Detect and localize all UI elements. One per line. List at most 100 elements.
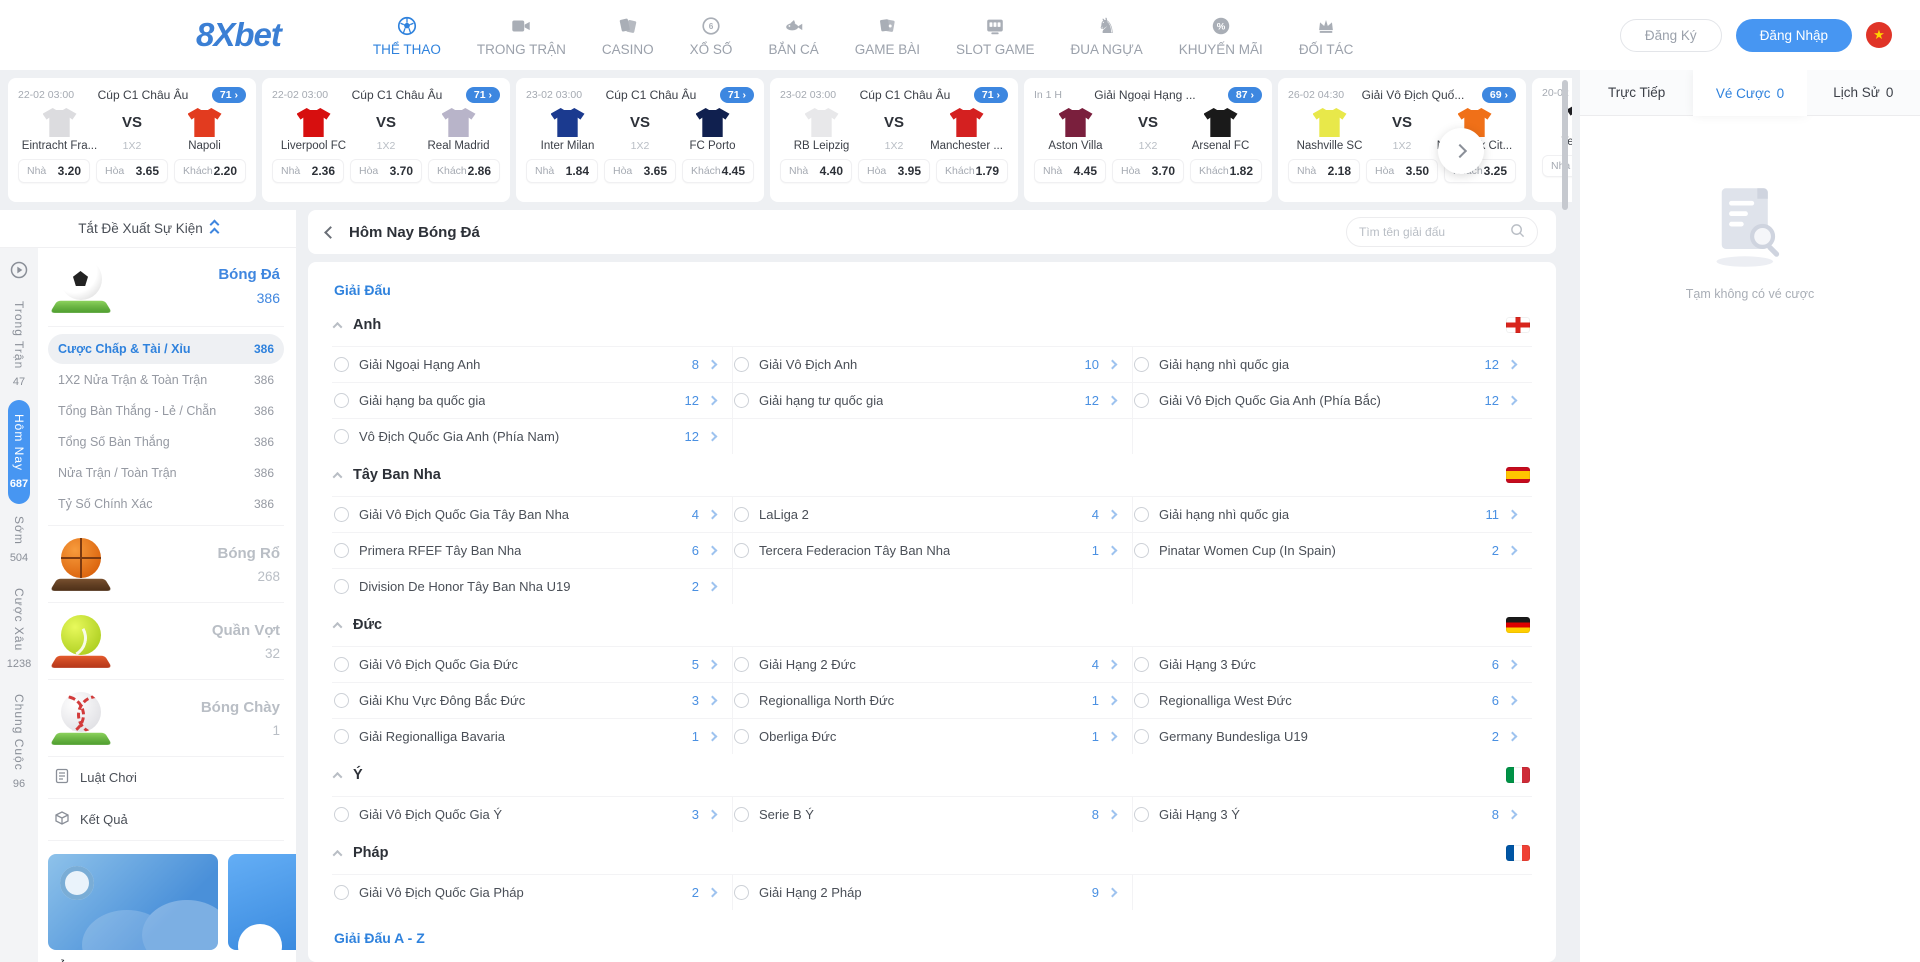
country-section-header-italy[interactable]: Ý (332, 754, 1532, 796)
nav-ban-ca[interactable]: BẮN CÁ (768, 13, 818, 57)
nav-xo-so[interactable]: 6 XỔ SỐ (690, 13, 733, 57)
nav-casino[interactable]: CASINO (602, 13, 654, 57)
odds-draw[interactable]: Hòa3.95 (858, 159, 930, 183)
odds-away[interactable]: Khách1.82 (1190, 159, 1262, 183)
odds-home[interactable]: Nhà4.45 (1034, 159, 1106, 183)
rail-tab[interactable]: Cược Xâu 1238 (5, 576, 33, 682)
tab-truc-tiep[interactable]: Trực Tiếp (1580, 70, 1693, 116)
league-item[interactable]: Giải hạng nhì quốc gia 11 (1132, 496, 1532, 532)
league-item[interactable]: Primera RFEF Tây Ban Nha 6 (332, 532, 732, 568)
odds-away[interactable]: Khách2.86 (428, 159, 500, 183)
league-radio[interactable] (734, 357, 749, 372)
odds-draw[interactable]: Hòa3.70 (350, 159, 422, 183)
bet-type-item[interactable]: Tỷ Số Chính Xác 386 (48, 489, 284, 519)
league-item[interactable]: LaLiga 2 4 (732, 496, 1132, 532)
tab-ve-cuoc[interactable]: Vé Cược 0 (1693, 70, 1806, 116)
country-section-header-france[interactable]: Pháp (332, 832, 1532, 874)
odds-away[interactable]: Khách4.45 (682, 159, 754, 183)
country-section-header-africa[interactable]: Africa (332, 954, 1532, 962)
league-radio[interactable] (1134, 393, 1149, 408)
match-markets-badge[interactable]: 71 (720, 87, 754, 103)
league-item[interactable]: Giải Vô Địch Quốc Gia Pháp 2 (332, 874, 732, 910)
league-item[interactable]: Division De Honor Tây Ban Nha U19 2 (332, 568, 732, 604)
league-radio[interactable] (734, 393, 749, 408)
banner-manchester-city[interactable]: CỦA CLB MANCHESTER CITY Đối tác (48, 854, 218, 962)
league-radio[interactable] (1134, 357, 1149, 372)
league-item[interactable]: Giải Vô Địch Anh 10 (732, 346, 1132, 382)
league-radio[interactable] (334, 429, 349, 444)
league-item[interactable]: Oberliga Đức 1 (732, 718, 1132, 754)
league-radio[interactable] (334, 543, 349, 558)
match-markets-badge[interactable]: 71 (974, 87, 1008, 103)
league-radio[interactable] (734, 543, 749, 558)
odds-away[interactable]: Khách1.79 (936, 159, 1008, 183)
tab-lich-su[interactable]: Lịch Sử 0 (1807, 70, 1920, 116)
league-item[interactable]: Pinatar Women Cup (In Spain) 2 (1132, 532, 1532, 568)
sidebar-link-rules[interactable]: Luật Chơi (48, 757, 284, 799)
odds-draw[interactable]: Hòa3.65 (604, 159, 676, 183)
nav-slot-game[interactable]: SLOT GAME (956, 13, 1035, 57)
nav-doi-tac[interactable]: ĐỐI TÁC (1299, 13, 1354, 57)
nav-dua-ngua[interactable]: ♞ ĐUA NGỰA (1071, 13, 1143, 57)
bet-type-item[interactable]: Tổng Số Bàn Thắng 386 (48, 427, 284, 457)
league-item[interactable]: Giải hạng ba quốc gia 12 (332, 382, 732, 418)
league-item[interactable]: Germany Bundesliga U19 2 (1132, 718, 1532, 754)
odds-away[interactable]: Khách2.20 (174, 159, 246, 183)
match-card[interactable]: 22-02 03:00 Cúp C1 Châu Âu 71 VS Liverpo… (262, 78, 510, 202)
league-item[interactable]: Giải Regionalliga Bavaria 1 (332, 718, 732, 754)
banner-teddy-sheringham[interactable]: Teddy She Đại Sứ Độc (228, 854, 296, 962)
league-item[interactable]: Regionalliga West Đức 6 (1132, 682, 1532, 718)
match-card[interactable]: 26-02 04:30 Giải Vô Địch Quố... 69 VS Na… (1278, 78, 1526, 202)
country-section-header-spain[interactable]: Tây Ban Nha (332, 454, 1532, 496)
bet-type-item[interactable]: Nửa Trận / Toàn Trận 386 (48, 458, 284, 488)
nav-game-bai[interactable]: GAME BÀI (855, 13, 920, 57)
league-item[interactable]: Regionalliga North Đức 1 (732, 682, 1132, 718)
league-radio[interactable] (334, 579, 349, 594)
league-radio[interactable] (734, 885, 749, 900)
match-card[interactable]: In 1 H Giải Ngoại Hạng ... 87 VS Aston V… (1024, 78, 1272, 202)
search-input[interactable] (1359, 225, 1502, 239)
language-flag-vietnam[interactable]: ★ (1866, 22, 1892, 48)
bet-type-item[interactable]: Cược Chấp & Tài / Xỉu 386 (48, 334, 284, 364)
odds-home[interactable]: Nhà4.40 (780, 159, 852, 183)
brand-logo[interactable]: 8Xbet (196, 16, 281, 54)
league-radio[interactable] (334, 393, 349, 408)
bet-type-item[interactable]: 1X2 Nửa Trận & Toàn Trận 386 (48, 365, 284, 395)
nav-the-thao[interactable]: THỂ THAO (373, 13, 441, 57)
league-item[interactable]: Giải Ngoại Hạng Anh 8 (332, 346, 732, 382)
league-item[interactable]: Giải Khu Vực Đông Bắc Đức 3 (332, 682, 732, 718)
nav-trong-tran[interactable]: TRONG TRẬN (477, 13, 566, 57)
scrollbar-thumb[interactable] (1562, 80, 1568, 210)
league-item[interactable]: Vô Địch Quốc Gia Anh (Phía Nam) 12 (332, 418, 732, 454)
odds-draw[interactable]: Hòa3.65 (96, 159, 168, 183)
rail-tab[interactable]: Trong Trận 47 (10, 289, 28, 400)
league-item[interactable]: Giải Vô Địch Quốc Gia Tây Ban Nha 4 (332, 496, 732, 532)
league-radio[interactable] (1134, 729, 1149, 744)
league-item[interactable]: Giải Vô Địch Quốc Gia Đức 5 (332, 646, 732, 682)
league-radio[interactable] (334, 357, 349, 372)
league-item[interactable]: Giải hạng tư quốc gia 12 (732, 382, 1132, 418)
sidebar-sport-tennis[interactable]: Quần Vợt 32 (48, 603, 284, 680)
country-section-header-germany[interactable]: Đức (332, 604, 1532, 646)
sidebar-sport-football[interactable]: Bóng Đá 386 (48, 248, 284, 327)
odds-draw[interactable]: Hòa3.70 (1112, 159, 1184, 183)
league-radio[interactable] (734, 729, 749, 744)
league-item[interactable]: Giải Hạng 3 Đức 6 (1132, 646, 1532, 682)
match-markets-badge[interactable]: 71 (212, 87, 246, 103)
league-item[interactable]: Tercera Federacion Tây Ban Nha 1 (732, 532, 1132, 568)
match-markets-badge[interactable]: 87 (1228, 87, 1262, 103)
league-item[interactable]: Giải Vô Địch Quốc Gia Anh (Phía Bắc) 12 (1132, 382, 1532, 418)
league-item[interactable]: Giải Hạng 2 Đức 4 (732, 646, 1132, 682)
rail-tab[interactable]: Hôm Nay 687 (8, 400, 30, 504)
match-card[interactable]: 22-02 03:00 Cúp C1 Châu Âu 71 VS Eintrac… (8, 78, 256, 202)
sidebar-sport-basketball[interactable]: Bóng Rổ 268 (48, 526, 284, 603)
league-radio[interactable] (734, 693, 749, 708)
league-radio[interactable] (734, 507, 749, 522)
league-radio[interactable] (734, 807, 749, 822)
nav-khuyen-mai[interactable]: % KHUYẾN MÃI (1179, 13, 1263, 57)
register-button[interactable]: Đăng Ký (1620, 19, 1722, 52)
league-item[interactable]: Serie B Ý 8 (732, 796, 1132, 832)
league-item[interactable]: Giải Vô Địch Quốc Gia Ý 3 (332, 796, 732, 832)
league-radio[interactable] (334, 693, 349, 708)
league-radio[interactable] (1134, 543, 1149, 558)
